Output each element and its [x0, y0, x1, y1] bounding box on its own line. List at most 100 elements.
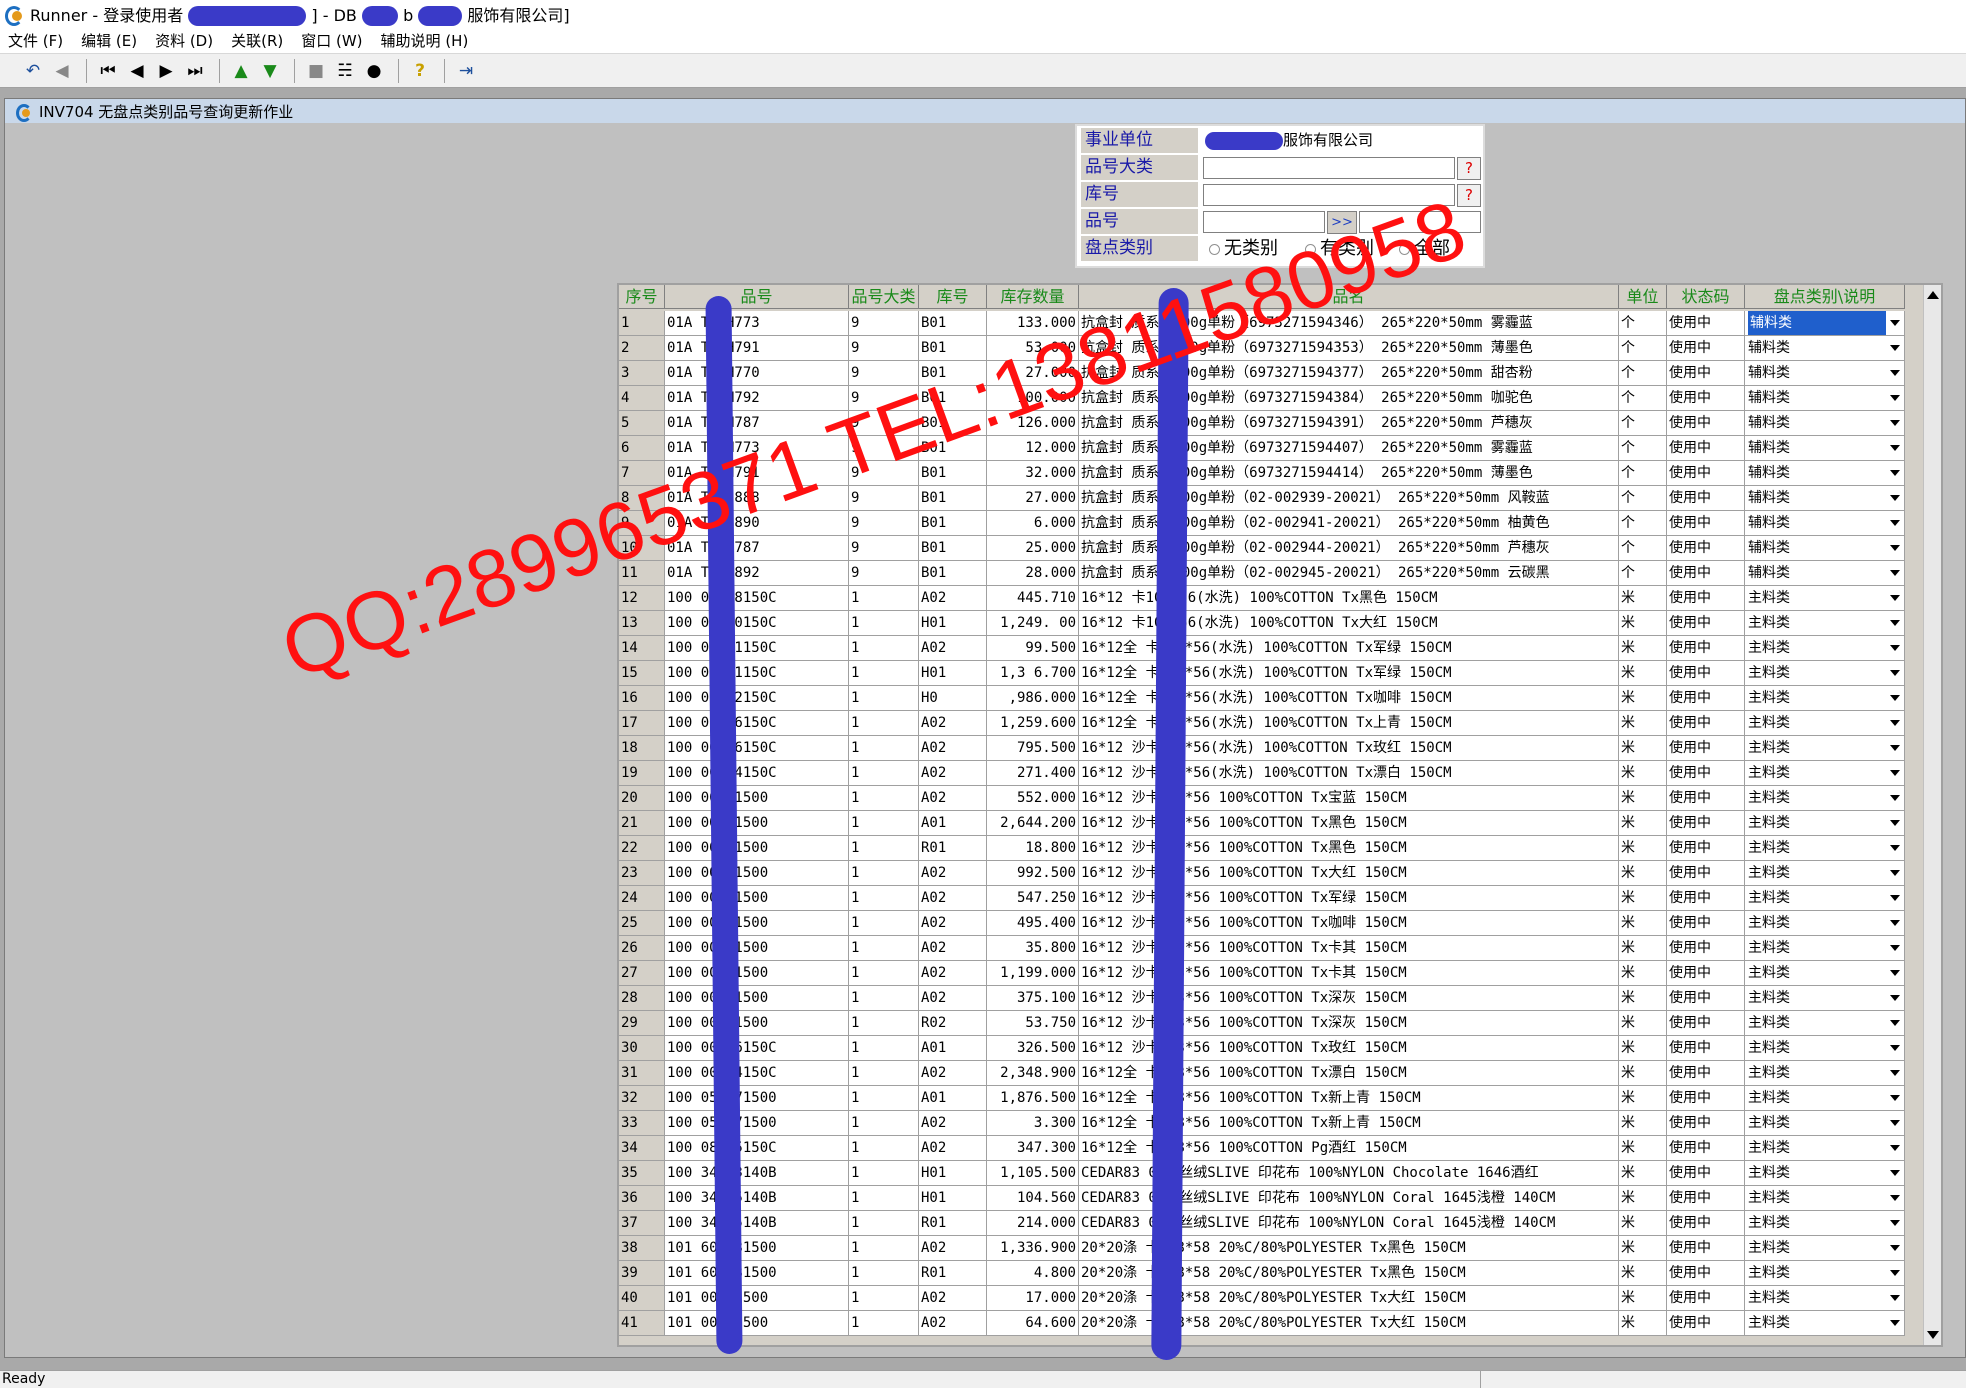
column-header[interactable]: 库存数量: [987, 285, 1079, 309]
chevron-down-icon[interactable]: [1890, 1020, 1900, 1026]
table-row[interactable]: 4 01A TC0H792 9 B01 100.000 抗盒封 质系列300g单粉（697…: [619, 386, 1925, 411]
table-row[interactable]: 37 100 34915140B 1 R01 214.000 CEDAR83 04塔丝绒S…: [619, 1211, 1925, 1236]
help-icon[interactable]: ?: [407, 58, 433, 84]
table-row[interactable]: 35 100 34913140B 1 H01 1,105.500 CEDAR83 04塔丝…: [619, 1161, 1925, 1186]
count-category-dropdown[interactable]: 主料类: [1745, 1211, 1905, 1236]
count-category-dropdown[interactable]: 主料类: [1745, 761, 1905, 786]
count-category-dropdown[interactable]: 辅料类: [1745, 461, 1905, 486]
chevron-down-icon[interactable]: [1890, 1320, 1900, 1326]
count-category-dropdown[interactable]: 辅料类: [1745, 386, 1905, 411]
redo-icon[interactable]: ◀: [49, 58, 75, 84]
table-row[interactable]: 22 100 00181500 1 R01 18.800 16*12 沙卡108*56 1…: [619, 836, 1925, 861]
chevron-down-icon[interactable]: [1890, 395, 1900, 401]
scroll-up-icon[interactable]: [1927, 291, 1939, 299]
chevron-down-icon[interactable]: [1890, 445, 1900, 451]
table-row[interactable]: 21 100 00181500 1 A01 2,644.200 16*12 沙卡108*5…: [619, 811, 1925, 836]
menu-relations[interactable]: 关联(R): [231, 30, 283, 51]
chevron-down-icon[interactable]: [1890, 870, 1900, 876]
item-from-input[interactable]: [1203, 211, 1325, 233]
count-category-dropdown[interactable]: 主料类: [1745, 1011, 1905, 1036]
menu-help[interactable]: 辅助说明 (H): [381, 30, 469, 51]
count-category-dropdown[interactable]: 主料类: [1745, 1136, 1905, 1161]
chevron-down-icon[interactable]: [1890, 845, 1900, 851]
chevron-down-icon[interactable]: [1890, 920, 1900, 926]
table-row[interactable]: 39 101 600181500 1 R01 4.800 20*20涤 卡108*58 2…: [619, 1261, 1925, 1286]
count-category-dropdown[interactable]: 主料类: [1745, 636, 1905, 661]
next-record-icon[interactable]: ▶: [153, 58, 179, 84]
chevron-down-icon[interactable]: [1890, 1170, 1900, 1176]
table-row[interactable]: 14 100 00021150C 1 A02 99.500 16*12全 卡108*56…: [619, 636, 1925, 661]
chevron-down-icon[interactable]: [1890, 945, 1900, 951]
chevron-down-icon[interactable]: [1890, 995, 1900, 1001]
chevron-down-icon[interactable]: [1890, 820, 1900, 826]
table-row[interactable]: 20 100 00161500 1 A02 552.000 16*12 沙卡108*56 …: [619, 786, 1925, 811]
chevron-down-icon[interactable]: [1890, 470, 1900, 476]
column-header[interactable]: 状态码: [1667, 285, 1745, 309]
chevron-down-icon[interactable]: [1890, 720, 1900, 726]
count-category-dropdown[interactable]: 主料类: [1745, 886, 1905, 911]
count-category-dropdown[interactable]: 主料类: [1745, 861, 1905, 886]
column-header[interactable]: 品号: [665, 285, 849, 309]
count-category-dropdown[interactable]: 主料类: [1745, 911, 1905, 936]
table-row[interactable]: 10 01A TC0H787 9 B01 25.000 抗盒封 质系列300g单粉（02-…: [619, 536, 1925, 561]
table-row[interactable]: 38 101 600181500 1 A02 1,336.900 20*20涤 卡108*…: [619, 1236, 1925, 1261]
count-category-dropdown[interactable]: 主料类: [1745, 1286, 1905, 1311]
chevron-down-icon[interactable]: [1890, 645, 1900, 651]
column-header[interactable]: 库号: [919, 285, 987, 309]
count-category-dropdown[interactable]: 辅料类: [1745, 561, 1905, 586]
table-row[interactable]: 34 100 08015150C 1 A02 347.300 16*12全 卡108*56…: [619, 1136, 1925, 1161]
table-row[interactable]: 28 100 00251500 1 A02 375.100 16*12 沙卡108*56 …: [619, 986, 1925, 1011]
scroll-down-icon[interactable]: [1927, 1331, 1939, 1339]
count-category-dropdown[interactable]: 辅料类: [1745, 486, 1905, 511]
count-category-dropdown[interactable]: 主料类: [1745, 1111, 1905, 1136]
query-down-icon[interactable]: ▼: [257, 58, 283, 84]
table-row[interactable]: 32 100 053571500 1 A01 1,876.500 16*12全 卡108*…: [619, 1086, 1925, 1111]
table-row[interactable]: 17 100 00026150C 1 A02 1,259.600 16*12全 卡108*…: [619, 711, 1925, 736]
item-range-button[interactable]: >>: [1327, 211, 1357, 234]
chevron-down-icon[interactable]: [1890, 545, 1900, 551]
table-row[interactable]: 36 100 34915140B 1 H01 104.560 CEDAR83 04塔丝绒S…: [619, 1186, 1925, 1211]
table-row[interactable]: 5 01A TC0H787 9 B01 126.000 抗盒封 质系列300g单粉（697…: [619, 411, 1925, 436]
chevron-down-icon[interactable]: [1890, 1245, 1900, 1251]
column-header[interactable]: 品名: [1079, 285, 1619, 309]
count-category-dropdown[interactable]: 主料类: [1745, 786, 1905, 811]
menu-file[interactable]: 文件 (F): [8, 30, 63, 51]
count-category-dropdown[interactable]: 主料类: [1745, 661, 1905, 686]
query-up-icon[interactable]: ▲: [228, 58, 254, 84]
table-row[interactable]: 6 01A TC0H773 9 B01 12.000 抗盒封 质系列300g单粉（6973…: [619, 436, 1925, 461]
table-row[interactable]: 24 100 00211500 1 A02 547.250 16*12 沙卡108*56 …: [619, 886, 1925, 911]
table-row[interactable]: 2 01A TC0H791 9 B01 53.000 抗盒封 质系列300g单粉（6973…: [619, 336, 1925, 361]
table-row[interactable]: 23 100 00201500 1 A02 992.500 16*12 沙卡108*56 …: [619, 861, 1925, 886]
count-category-dropdown[interactable]: 主料类: [1745, 1061, 1905, 1086]
count-category-dropdown[interactable]: 辅料类: [1745, 536, 1905, 561]
count-category-dropdown[interactable]: 主料类: [1745, 1261, 1905, 1286]
table-row[interactable]: 26 100 00231500 1 A02 35.800 16*12 沙卡108*56 1…: [619, 936, 1925, 961]
tree-icon[interactable]: ☵: [332, 58, 358, 84]
count-category-dropdown[interactable]: 主料类: [1745, 836, 1905, 861]
table-row[interactable]: 11 01A TC0H892 9 B01 28.000 抗盒封 质系列300g单粉（02-…: [619, 561, 1925, 586]
table-row[interactable]: 3 01A TC0H770 9 B01 27.000 抗盒封 质系列300g单粉（6973…: [619, 361, 1925, 386]
chevron-down-icon[interactable]: [1890, 1195, 1900, 1201]
table-row[interactable]: 9 01A TC0H890 9 B01 6.000 抗盒封 质系列300g单粉（02-00…: [619, 511, 1925, 536]
count-category-dropdown[interactable]: 主料类: [1745, 961, 1905, 986]
count-category-dropdown[interactable]: 主料类: [1745, 1186, 1905, 1211]
chevron-down-icon[interactable]: [1890, 1070, 1900, 1076]
last-record-icon[interactable]: ⏭: [182, 58, 208, 84]
count-category-dropdown[interactable]: 主料类: [1745, 1236, 1905, 1261]
item-to-input[interactable]: [1359, 211, 1481, 233]
binoculars-icon[interactable]: ●: [361, 58, 387, 84]
count-category-dropdown[interactable]: 辅料类: [1745, 411, 1905, 436]
chevron-down-icon[interactable]: [1890, 670, 1900, 676]
column-header[interactable]: 单位: [1619, 285, 1667, 309]
chevron-down-icon[interactable]: [1890, 795, 1900, 801]
radio-all[interactable]: 全部: [1399, 238, 1450, 260]
chevron-down-icon[interactable]: [1890, 1095, 1900, 1101]
count-category-dropdown[interactable]: 辅料类: [1745, 311, 1905, 336]
table-row[interactable]: 30 100 00076150C 1 A01 326.500 16*12 沙卡108*56…: [619, 1036, 1925, 1061]
table-row[interactable]: 12 100 00018150C 1 A02 445.710 16*12 卡108*56(…: [619, 586, 1925, 611]
table-row[interactable]: 31 100 00324150C 1 A02 2,348.900 16*12全 卡108*…: [619, 1061, 1925, 1086]
count-category-dropdown[interactable]: 主料类: [1745, 1311, 1905, 1336]
radio-has-category[interactable]: 有类别: [1305, 238, 1374, 260]
chevron-down-icon[interactable]: [1890, 570, 1900, 576]
category-input[interactable]: [1203, 157, 1455, 179]
